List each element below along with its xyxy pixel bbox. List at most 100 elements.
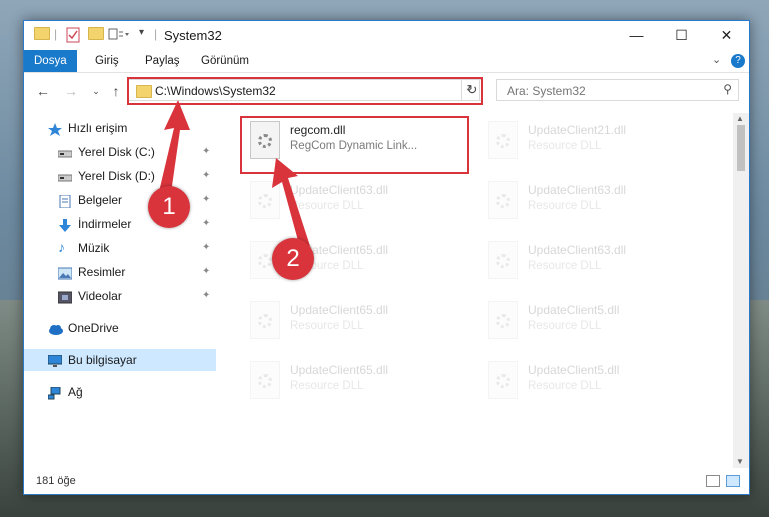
nav-item-label: Videolar — [78, 289, 122, 303]
search-box[interactable]: ⚲ — [496, 79, 739, 101]
nav-item-network[interactable]: Ağ — [24, 381, 217, 403]
pin-icon: ✦ — [202, 194, 211, 205]
file-description: Resource DLL — [528, 260, 602, 272]
dll-file-icon — [488, 361, 518, 399]
file-name: UpdateClient63.dll — [528, 183, 627, 197]
file-name: UpdateClient5.dll — [528, 303, 620, 317]
tab-gorunum[interactable]: Görünüm — [191, 50, 259, 72]
dll-file-icon — [250, 301, 280, 339]
nav-item-pictures[interactable]: Resimler ✦ — [24, 261, 217, 283]
tab-giris[interactable]: Giriş — [85, 50, 129, 72]
pin-icon: ✦ — [202, 266, 211, 277]
separator: | — [54, 27, 58, 41]
ribbon-tabs: Dosya Giriş Paylaş Görünüm ⌄ ? — [24, 50, 749, 73]
nav-item-quick-access[interactable]: Hızlı erişim — [24, 117, 217, 139]
dll-file-icon — [488, 181, 518, 219]
file-name: UpdateClient21.dll — [528, 123, 627, 137]
pin-icon: ✦ — [202, 146, 211, 157]
file-name: UpdateClient63.dll — [290, 183, 389, 197]
dll-file-icon — [488, 121, 518, 159]
nav-item-label: OneDrive — [68, 321, 119, 335]
nav-item-label: Ağ — [68, 385, 83, 399]
file-name: UpdateClient65.dll — [290, 303, 389, 317]
dll-file-icon — [488, 241, 518, 279]
file-item[interactable]: UpdateClient65.dll Resource DLL — [242, 297, 472, 351]
star-icon — [48, 121, 62, 136]
nav-item-this-pc[interactable]: Bu bilgisayar — [24, 349, 216, 371]
file-item[interactable]: UpdateClient63.dll Resource DLL — [242, 177, 472, 231]
window-title: System32 — [164, 28, 222, 43]
file-description: Resource DLL — [528, 200, 602, 212]
scroll-down-icon[interactable]: ▼ — [736, 457, 744, 466]
nav-item-label: Resimler — [78, 265, 126, 279]
new-folder-icon[interactable] — [88, 27, 104, 43]
pictures-icon — [57, 265, 73, 280]
customize-toolbar-icon[interactable] — [108, 27, 130, 43]
search-input[interactable] — [505, 83, 709, 99]
nav-item-videos[interactable]: Videolar ✦ — [24, 285, 217, 307]
computer-icon — [47, 353, 63, 367]
large-icons-view-icon[interactable] — [726, 475, 740, 487]
nav-item-label: Bu bilgisayar — [68, 353, 137, 367]
maximize-button[interactable]: ☐ — [659, 21, 704, 49]
file-item[interactable]: UpdateClient21.dll Resource DLL — [480, 117, 710, 171]
file-item[interactable]: UpdateClient65.dll Resource DLL — [242, 357, 472, 411]
back-button[interactable]: ← — [33, 81, 53, 101]
nav-item-label: Yerel Disk (C:) — [78, 145, 155, 159]
minimize-button[interactable]: — — [614, 21, 659, 49]
nav-item-label: Belgeler — [78, 193, 123, 207]
file-description: Resource DLL — [290, 380, 364, 392]
cloud-icon — [48, 321, 63, 335]
file-description: Resource DLL — [290, 200, 364, 212]
drive-icon — [57, 145, 73, 158]
nav-item-label: Yerel Disk (D:) — [78, 169, 155, 183]
properties-icon[interactable] — [66, 27, 80, 43]
file-description: Resource DLL — [528, 320, 602, 332]
file-highlight — [240, 116, 469, 174]
network-icon — [47, 385, 62, 400]
pin-icon: ✦ — [202, 170, 211, 181]
file-description: Resource DLL — [528, 140, 602, 152]
dll-file-icon — [250, 181, 280, 219]
pin-icon: ✦ — [202, 290, 211, 301]
file-item[interactable]: UpdateClient5.dll Resource DLL — [480, 297, 710, 351]
recent-locations-button[interactable]: ⌄ — [86, 81, 106, 101]
file-name: UpdateClient5.dll — [528, 363, 620, 377]
tab-dosya[interactable]: Dosya — [24, 50, 77, 72]
file-item[interactable]: UpdateClient5.dll Resource DLL — [480, 357, 710, 411]
file-item[interactable]: UpdateClient63.dll Resource DLL — [480, 237, 710, 291]
pin-icon: ✦ — [202, 218, 211, 229]
nav-item-local-disk-c[interactable]: Yerel Disk (C:) ✦ — [24, 141, 217, 163]
nav-item-label: İndirmeler — [78, 217, 132, 231]
nav-item-music[interactable]: ♪ Müzik ✦ — [24, 237, 217, 259]
dll-file-icon — [250, 361, 280, 399]
folder-icon — [34, 27, 50, 43]
forward-button[interactable]: → — [61, 81, 81, 101]
download-icon — [58, 217, 72, 232]
nav-item-onedrive[interactable]: OneDrive — [24, 317, 217, 339]
up-button[interactable]: ↑ — [106, 81, 126, 101]
vertical-scrollbar[interactable]: ▲ ▼ — [733, 113, 749, 468]
tab-paylas[interactable]: Paylaş — [135, 50, 190, 72]
dll-file-icon — [488, 301, 518, 339]
status-bar: 181 öğe — [24, 470, 749, 494]
pin-icon: ✦ — [202, 242, 211, 253]
file-item[interactable]: UpdateClient63.dll Resource DLL — [480, 177, 710, 231]
nav-item-label: Hızlı erişim — [68, 121, 128, 135]
nav-item-downloads[interactable]: İndirmeler ✦ — [24, 213, 217, 235]
scrollbar-thumb[interactable] — [737, 125, 745, 171]
expand-ribbon-icon[interactable]: ⌄ — [712, 53, 721, 66]
separator: | — [154, 27, 158, 41]
nav-item-local-disk-d[interactable]: Yerel Disk (D:) ✦ — [24, 165, 217, 187]
item-count: 181 öğe — [36, 475, 76, 487]
music-icon: ♪ — [58, 239, 65, 255]
file-name: UpdateClient65.dll — [290, 363, 389, 377]
help-icon[interactable]: ? — [731, 54, 745, 68]
callout-step-2: 2 — [272, 238, 314, 280]
chevron-down-icon[interactable]: ▾ — [139, 27, 144, 43]
close-button[interactable]: ✕ — [704, 21, 749, 49]
scroll-up-icon[interactable]: ▲ — [736, 114, 744, 123]
details-view-icon[interactable] — [706, 475, 720, 487]
search-icon: ⚲ — [723, 82, 732, 96]
callout-step-1: 1 — [148, 186, 190, 228]
